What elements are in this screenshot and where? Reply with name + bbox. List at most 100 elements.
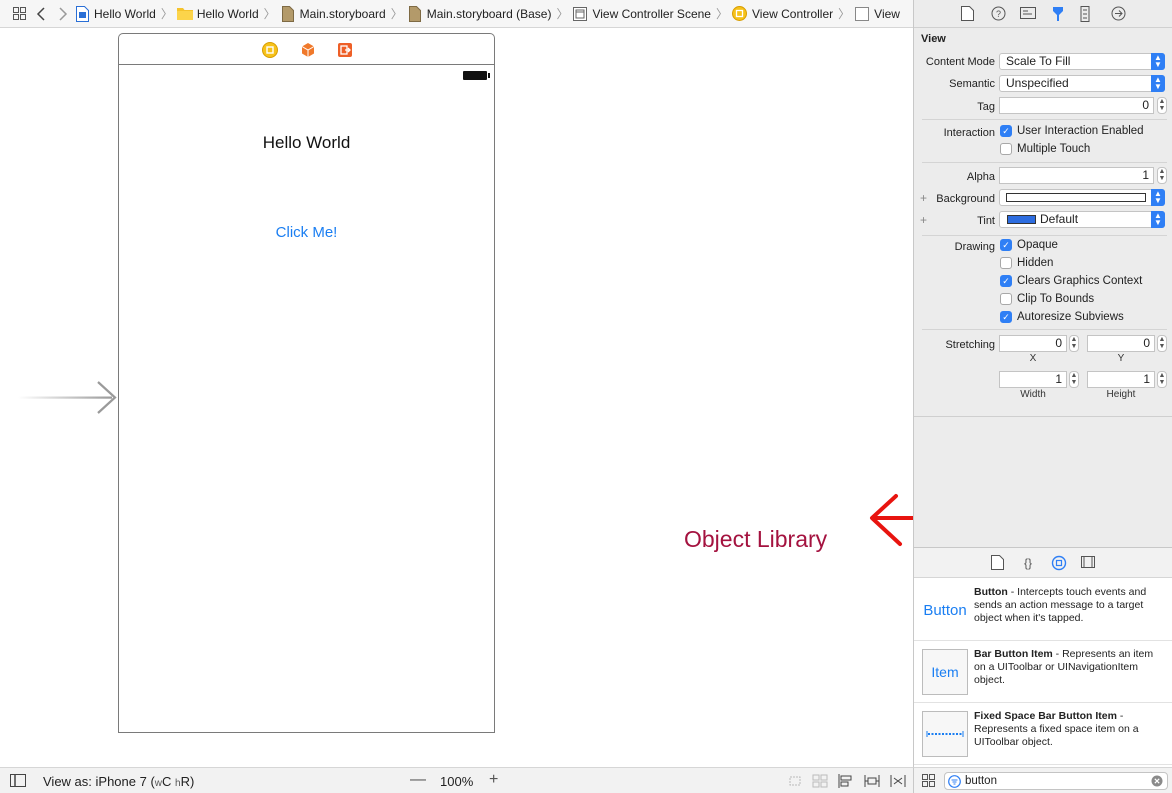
autoresize-subviews-checkbox[interactable]: ✓ Autoresize Subviews <box>1000 311 1124 323</box>
breadcrumb-label: View Controller Scene <box>592 6 711 21</box>
tint-value: Default <box>1040 212 1079 226</box>
chevron-right-icon: 〉 <box>160 7 173 21</box>
size-inspector-icon[interactable] <box>1080 6 1096 22</box>
fixed-space-thumbnail-icon <box>922 711 968 757</box>
tint-color-popup[interactable]: Default ▲ ▼ <box>999 211 1165 228</box>
stretching-height-stepper[interactable]: ▲ ▼ <box>1157 371 1167 388</box>
tag-stepper[interactable]: ▲ ▼ <box>1157 97 1167 114</box>
object-library: {} Button Button - Intercepts touch even… <box>913 547 1172 767</box>
object-library-icon[interactable] <box>1051 555 1067 571</box>
embed-in-stack-icon[interactable] <box>812 774 828 788</box>
file-template-library-icon[interactable] <box>991 555 1007 571</box>
semantic-popup[interactable]: Unspecified ▲ ▼ <box>999 75 1165 92</box>
media-library-icon[interactable] <box>1081 555 1097 571</box>
file-inspector-icon[interactable] <box>961 6 977 22</box>
user-interaction-enabled-checkbox[interactable]: ✓ User Interaction Enabled <box>1000 125 1144 137</box>
identity-inspector-icon[interactable] <box>1020 6 1036 22</box>
checkbox-unchecked-icon <box>1000 143 1012 155</box>
grid-view-icon[interactable] <box>922 774 935 790</box>
breadcrumb-scene[interactable]: View Controller Scene <box>572 6 711 22</box>
library-filter-input[interactable]: button <box>944 772 1168 790</box>
connections-inspector-icon[interactable] <box>1111 6 1127 22</box>
tint-label: Tint <box>977 215 995 227</box>
clip-to-bounds-checkbox[interactable]: Clip To Bounds <box>1000 293 1094 305</box>
hidden-checkbox[interactable]: Hidden <box>1000 257 1053 269</box>
tag-field[interactable]: 0 <box>999 97 1154 114</box>
chevron-right-icon: 〉 <box>263 7 276 21</box>
hello-world-label[interactable]: Hello World <box>119 133 494 153</box>
thumbnail-text: Item <box>931 664 959 680</box>
storyboard-file-icon <box>407 5 423 22</box>
checkbox-label: Hidden <box>1017 257 1054 269</box>
size-class-r: R <box>180 774 190 789</box>
clear-filter-icon[interactable] <box>1151 775 1163 790</box>
multiple-touch-checkbox[interactable]: Multiple Touch <box>1000 143 1090 155</box>
breadcrumb-view-controller[interactable]: View Controller <box>732 6 833 22</box>
add-constraints-icon[interactable] <box>864 774 880 788</box>
library-item-button[interactable]: Button Button - Intercepts touch events … <box>914 579 1172 641</box>
zoom-in-button[interactable]: + <box>489 771 498 789</box>
stretching-height-field[interactable]: 1 <box>1087 371 1155 388</box>
chevron-right-icon: 〉 <box>838 7 851 21</box>
chevron-right-icon: 〉 <box>715 7 728 21</box>
update-frames-icon[interactable] <box>787 774 803 788</box>
drawing-label: Drawing <box>954 241 995 253</box>
first-responder-icon[interactable] <box>300 42 316 58</box>
breadcrumb-folder[interactable]: Hello World <box>176 6 259 22</box>
quick-help-icon[interactable]: ? <box>991 6 1007 22</box>
clears-graphics-context-checkbox[interactable]: ✓ Clears Graphics Context <box>1000 275 1142 287</box>
stretching-y-field[interactable]: 0 <box>1087 335 1155 352</box>
breadcrumb-storyboard[interactable]: Main.storyboard <box>280 5 386 22</box>
alpha-stepper[interactable]: ▲ ▼ <box>1157 167 1167 184</box>
library-item-fixed-space-bar-button-item[interactable]: Fixed Space Bar Button Item - Represents… <box>914 703 1172 765</box>
svg-text:?: ? <box>996 9 1001 19</box>
stretching-width-field[interactable]: 1 <box>999 371 1067 388</box>
library-item-bar-button-item[interactable]: Item Bar Button Item - Represents an ite… <box>914 641 1172 703</box>
library-item-name: Bar Button Item <box>974 648 1053 660</box>
storyboard-file-icon <box>280 5 296 22</box>
popup-arrows-icon: ▲ ▼ <box>1151 75 1165 92</box>
resolve-auto-layout-icon[interactable] <box>890 774 906 788</box>
project-file-icon <box>74 5 90 22</box>
library-item-description: Fixed Space Bar Button Item - Represents… <box>974 710 1167 749</box>
popup-arrows-icon: ▲ ▼ <box>1151 189 1165 206</box>
stretching-x-field[interactable]: 0 <box>999 335 1067 352</box>
device-view[interactable]: Hello World Click Me! <box>118 64 495 733</box>
checkbox-checked-icon: ✓ <box>1000 239 1012 251</box>
document-outline-toggle-icon[interactable] <box>10 774 26 790</box>
code-snippet-library-icon[interactable]: {} <box>1021 555 1037 571</box>
content-mode-popup[interactable]: Scale To Fill ▲ ▼ <box>999 53 1165 70</box>
background-color-popup[interactable]: ▲ ▼ <box>999 189 1165 206</box>
checkbox-label: Opaque <box>1017 239 1058 251</box>
click-me-button[interactable]: Click Me! <box>119 224 494 241</box>
semantic-value: Unspecified <box>1006 76 1069 90</box>
opaque-checkbox[interactable]: ✓ Opaque <box>1000 239 1058 251</box>
breadcrumb-label: View <box>874 6 900 21</box>
divider <box>922 119 1167 120</box>
attributes-inspector-icon[interactable] <box>1050 6 1066 22</box>
stretching-y-stepper[interactable]: ▲ ▼ <box>1157 335 1167 352</box>
breadcrumb-project[interactable]: Hello World <box>74 5 156 22</box>
breadcrumb-storyboard-base[interactable]: Main.storyboard (Base) <box>407 5 551 22</box>
view-controller-icon[interactable] <box>262 42 278 58</box>
forward-arrow-icon[interactable] <box>52 3 74 25</box>
zoom-level[interactable]: 100% <box>440 774 473 789</box>
initial-view-controller-arrow-icon[interactable] <box>18 380 118 416</box>
back-arrow-icon[interactable] <box>30 3 52 25</box>
object-library-annotation: Object Library <box>684 526 828 552</box>
related-items-icon[interactable] <box>8 3 30 25</box>
stretching-width-stepper[interactable]: ▲ ▼ <box>1069 371 1079 388</box>
height-label: Height <box>1106 389 1136 400</box>
inspector-tabs: ? <box>914 0 1172 28</box>
exit-icon[interactable] <box>337 42 353 58</box>
breadcrumb-label: Hello World <box>196 6 259 21</box>
storyboard-canvas[interactable]: Hello World Click Me! Object Library <box>0 29 913 767</box>
stretching-x-stepper[interactable]: ▲ ▼ <box>1069 335 1079 352</box>
align-icon[interactable] <box>838 774 854 788</box>
size-class-c: C <box>162 774 172 789</box>
breadcrumb-view[interactable]: View <box>854 6 900 22</box>
view-as-device[interactable]: View as: iPhone 7 (wC hR) <box>43 774 194 789</box>
alpha-field[interactable]: 1 <box>999 167 1154 184</box>
library-item-name: Fixed Space Bar Button Item <box>974 710 1117 722</box>
zoom-out-button[interactable]: — <box>410 771 426 789</box>
